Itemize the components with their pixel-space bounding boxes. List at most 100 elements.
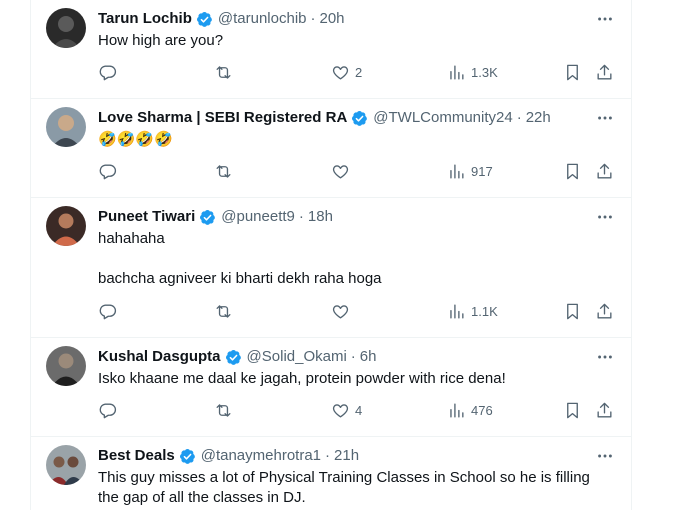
retweet-button[interactable] [214, 399, 238, 421]
retweet-icon [216, 65, 231, 79]
reply-button[interactable] [98, 300, 122, 322]
bookmark-button[interactable] [563, 160, 582, 182]
share-button[interactable] [595, 160, 614, 182]
views-chart-icon [450, 402, 464, 418]
like-button[interactable]: 2 [331, 61, 362, 83]
separator-dot: · [516, 109, 522, 126]
bookmark-button[interactable] [563, 300, 582, 322]
heart-icon [332, 164, 349, 179]
heart-icon [332, 304, 349, 319]
tweet[interactable]: Tarun Lochib @tarunlochib · 20h How high… [31, 0, 631, 99]
views-chart-icon [450, 163, 464, 179]
tweet[interactable]: Puneet Tiwari @puneett9 · 18h hahahaha b… [31, 198, 631, 338]
author-name[interactable]: Love Sharma | SEBI Registered RA [98, 108, 347, 128]
tweet-text-line: How high are you? [98, 32, 224, 49]
tweet-header: Best Deals @tanaymehrotra1 · 21h [98, 446, 619, 466]
more-options-icon[interactable] [595, 347, 615, 367]
tweet[interactable]: Best Deals @tanaymehrotra1 · 21h This gu… [31, 437, 631, 510]
verified-badge-icon [196, 11, 212, 27]
separator-dot: · [325, 447, 331, 464]
like-button[interactable] [331, 160, 355, 182]
reply-icon [99, 163, 117, 179]
like-count: 2 [355, 64, 363, 80]
share-icon [597, 64, 612, 80]
heart-icon [332, 403, 349, 418]
verified-badge-icon [200, 209, 216, 225]
separator-dot: · [350, 348, 356, 365]
avatar[interactable] [46, 206, 86, 246]
heart-icon [332, 65, 349, 80]
tweet-text-line: Isko khaane me daal ke jagah, protein po… [98, 370, 506, 387]
timestamp[interactable]: 21h [334, 446, 359, 466]
reply-icon [99, 64, 117, 80]
avatar[interactable] [46, 8, 86, 48]
author-handle[interactable]: @tanaymehrotra1 [201, 446, 321, 466]
tweet-text: Isko khaane me daal ke jagah, protein po… [98, 369, 611, 389]
timestamp[interactable]: 20h [320, 9, 345, 29]
verified-badge-icon [352, 110, 368, 126]
views-button[interactable]: 476 [447, 399, 493, 421]
verified-badge-icon [179, 448, 195, 464]
avatar[interactable] [46, 445, 86, 485]
tweet[interactable]: Love Sharma | SEBI Registered RA @TWLCom… [31, 99, 631, 198]
views-button[interactable]: 1.3K [447, 61, 498, 83]
bookmark-icon [567, 303, 578, 319]
share-button[interactable] [595, 61, 614, 83]
verified-badge-icon [225, 349, 241, 365]
tweet-text-line: bachcha agniveer ki bharti dekh raha hog… [98, 270, 382, 287]
reply-icon [99, 303, 117, 319]
timestamp[interactable]: 18h [308, 207, 333, 227]
reply-button[interactable] [98, 61, 122, 83]
like-button[interactable]: 4 [331, 399, 362, 421]
more-options-icon[interactable] [595, 108, 615, 128]
timestamp[interactable]: 6h [360, 347, 377, 367]
bookmark-icon [567, 163, 578, 179]
retweet-icon [216, 164, 231, 178]
tweet-header: Tarun Lochib @tarunlochib · 20h [98, 9, 619, 29]
bookmark-button[interactable] [563, 61, 582, 83]
retweet-button[interactable] [214, 160, 238, 182]
author-handle[interactable]: @TWLCommunity24 [373, 108, 512, 128]
tweet-text-line: hahahaha [98, 230, 165, 247]
more-options-icon[interactable] [595, 446, 615, 466]
share-button[interactable] [595, 399, 614, 421]
more-options-icon[interactable] [595, 9, 615, 29]
author-name[interactable]: Puneet Tiwari [98, 207, 195, 227]
author-handle[interactable]: @tarunlochib [218, 9, 307, 29]
separator-dot: · [298, 208, 304, 225]
bookmark-icon [567, 64, 578, 80]
author-name[interactable]: Tarun Lochib [98, 9, 192, 29]
retweet-button[interactable] [214, 61, 238, 83]
reply-button[interactable] [98, 160, 122, 182]
views-chart-icon [450, 303, 464, 319]
tweet-text: hahahaha bachcha agniveer ki bharti dekh… [98, 229, 611, 289]
tweet[interactable]: Kushal Dasgupta @Solid_Okami · 6h Isko k… [31, 338, 631, 437]
reply-icon [99, 402, 117, 418]
retweet-button[interactable] [214, 300, 238, 322]
tweet-text-line: 🤣🤣🤣🤣 [98, 131, 173, 148]
more-options-icon[interactable] [595, 207, 615, 227]
author-handle[interactable]: @puneett9 [221, 207, 295, 227]
avatar[interactable] [46, 107, 86, 147]
views-count: 1.1K [471, 303, 498, 319]
author-name[interactable]: Best Deals [98, 446, 175, 466]
tweet-actions: 917 [98, 160, 615, 182]
views-count: 476 [471, 402, 493, 418]
like-count: 4 [355, 402, 363, 418]
bookmark-button[interactable] [563, 399, 582, 421]
views-button[interactable]: 917 [447, 160, 493, 182]
reply-button[interactable] [98, 399, 122, 421]
author-name[interactable]: Kushal Dasgupta [98, 347, 221, 367]
tweet-text: How high are you? [98, 31, 611, 51]
tweet-actions: 2 1.3K [98, 61, 615, 83]
bookmark-icon [567, 402, 578, 418]
share-button[interactable] [595, 300, 614, 322]
author-handle[interactable]: @Solid_Okami [247, 347, 347, 367]
views-chart-icon [450, 64, 464, 80]
avatar[interactable] [46, 346, 86, 386]
views-button[interactable]: 1.1K [447, 300, 498, 322]
tweet-actions: 4 476 [98, 399, 615, 421]
tweet-text: This guy misses a lot of Physical Traini… [98, 468, 601, 508]
timestamp[interactable]: 22h [526, 108, 551, 128]
like-button[interactable] [331, 300, 355, 322]
